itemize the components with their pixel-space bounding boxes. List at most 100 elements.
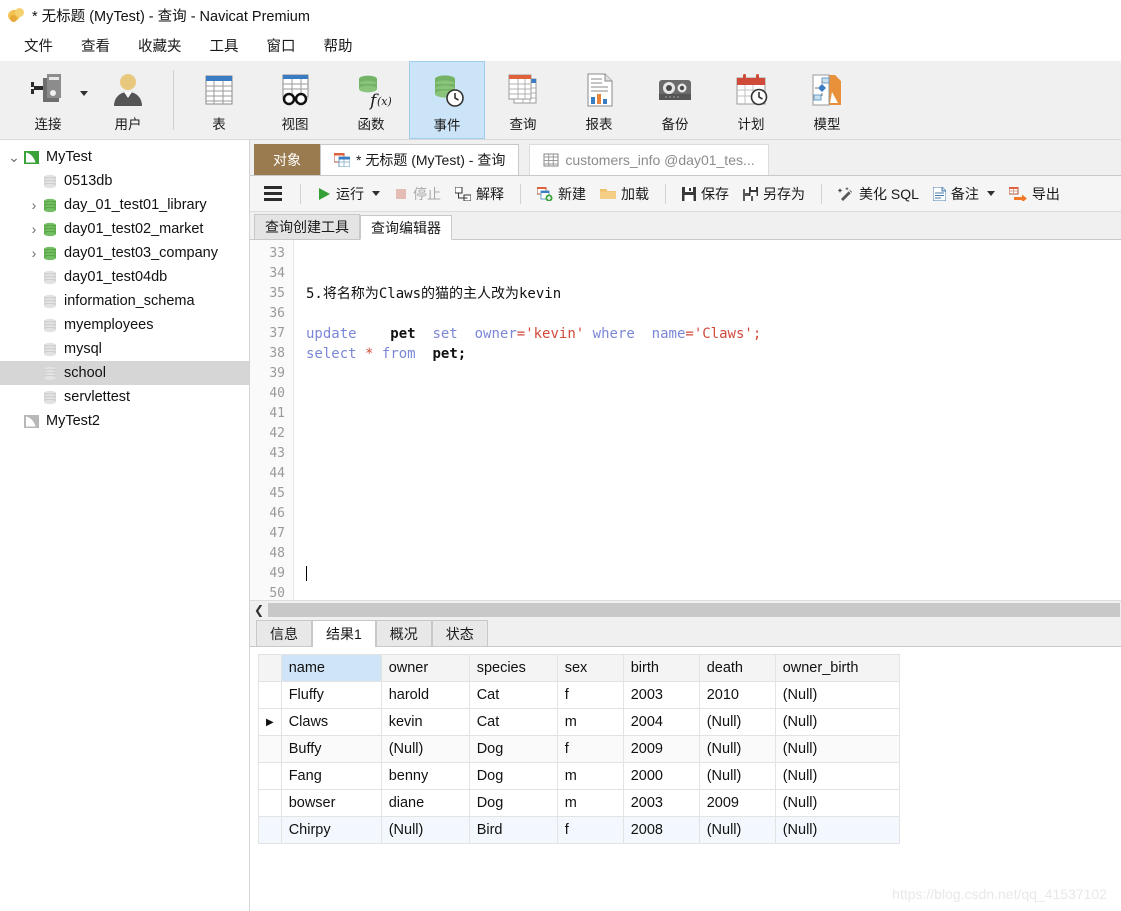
tree-item-information-schema[interactable]: information_schema — [0, 289, 249, 313]
code-line[interactable] — [306, 564, 1121, 584]
cell-species[interactable]: Cat — [468, 708, 558, 736]
cell-sex[interactable]: m — [556, 708, 624, 736]
chevron-right-icon[interactable]: › — [25, 245, 43, 261]
tab-query[interactable]: * 无标题 (MyTest) - 查询 — [320, 144, 520, 175]
cell-name[interactable]: Claws — [280, 708, 382, 736]
menu-window[interactable]: 窗口 — [253, 32, 310, 59]
cell-death[interactable]: (Null) — [698, 816, 776, 844]
cell-sex[interactable]: f — [556, 816, 624, 844]
code-line[interactable] — [306, 404, 1121, 424]
column-header-birth[interactable]: birth — [622, 654, 700, 682]
toolbar-button-backup[interactable]: 备份 — [637, 61, 713, 139]
tree-item-mysql[interactable]: mysql — [0, 337, 249, 361]
subtab-query-editor[interactable]: 查询编辑器 — [360, 215, 452, 240]
cell-species[interactable]: Cat — [468, 681, 558, 709]
cell-name[interactable]: Fang — [280, 762, 382, 790]
cell-species[interactable]: Dog — [468, 762, 558, 790]
tree-item-day01-test03-company[interactable]: › day01_test03_company — [0, 241, 249, 265]
cell-owner[interactable]: benny — [380, 762, 470, 790]
cell-owner[interactable]: kevin — [380, 708, 470, 736]
result-tab-3[interactable]: 状态 — [431, 620, 488, 646]
tree-item-mytest[interactable]: ⌄ MyTest — [0, 145, 249, 169]
code-line[interactable] — [306, 444, 1121, 464]
cell-birth[interactable]: 2000 — [622, 762, 700, 790]
tree-item-day-01-test01-library[interactable]: › day_01_test01_library — [0, 193, 249, 217]
menu-favorites[interactable]: 收藏夹 — [124, 32, 196, 59]
result-tab-2[interactable]: 概况 — [375, 620, 432, 646]
result-tab-1[interactable]: 结果1 — [312, 620, 376, 647]
code-line[interactable]: 5.将名称为Claws的猫的主人改为kevin — [306, 284, 1121, 304]
cell-death[interactable]: 2009 — [698, 789, 776, 817]
cell-name[interactable]: Chirpy — [280, 816, 382, 844]
toolbar-button-schedule[interactable]: 计划 — [713, 61, 789, 139]
cell-owner_birth[interactable]: (Null) — [774, 708, 900, 736]
toolbar-button-view[interactable]: 视图 — [257, 61, 333, 139]
subtab-query-builder[interactable]: 查询创建工具 — [254, 214, 360, 239]
menu-file[interactable]: 文件 — [10, 32, 67, 59]
cell-name[interactable]: Buffy — [280, 735, 382, 763]
cell-name[interactable]: Fluffy — [280, 681, 382, 709]
toolbar-button-connection[interactable]: 连接 — [6, 61, 90, 139]
chevron-right-icon[interactable]: › — [25, 197, 43, 213]
cell-owner[interactable]: diane — [380, 789, 470, 817]
cell-birth[interactable]: 2008 — [622, 816, 700, 844]
column-header-owner_birth[interactable]: owner_birth — [774, 654, 900, 682]
cell-death[interactable]: (Null) — [698, 708, 776, 736]
result-grid-area[interactable]: name owner species sex birth death owner_birth… — [250, 647, 1121, 911]
cell-owner_birth[interactable]: (Null) — [774, 735, 900, 763]
cell-sex[interactable]: f — [556, 735, 624, 763]
tab-objects[interactable]: 对象 — [254, 144, 320, 175]
cell-death[interactable]: (Null) — [698, 762, 776, 790]
cell-owner[interactable]: harold — [380, 681, 470, 709]
tree-item-day01-test04db[interactable]: day01_test04db — [0, 265, 249, 289]
code-line[interactable] — [306, 364, 1121, 384]
cell-death[interactable]: (Null) — [698, 735, 776, 763]
cell-birth[interactable]: 2009 — [622, 735, 700, 763]
toolbar-button-model[interactable]: 模型 — [789, 61, 865, 139]
cell-death[interactable]: 2010 — [698, 681, 776, 709]
sql-code-area[interactable]: 5.将名称为Claws的猫的主人改为kevin update pet set ow… — [294, 240, 1121, 600]
table-row[interactable]: Buffy (Null) Dog f 2009 (Null) (Null) — [258, 735, 900, 763]
cell-species[interactable]: Dog — [468, 789, 558, 817]
code-line[interactable] — [306, 584, 1121, 600]
cell-sex[interactable]: f — [556, 681, 624, 709]
query-button-run[interactable]: 运行 — [310, 180, 387, 208]
hamburger-menu-icon[interactable] — [264, 186, 282, 201]
column-header-death[interactable]: death — [698, 654, 776, 682]
menu-tools[interactable]: 工具 — [196, 32, 253, 59]
table-row[interactable]: Chirpy (Null) Bird f 2008 (Null) (Null) — [258, 816, 900, 844]
code-line[interactable] — [306, 264, 1121, 284]
table-row[interactable]: Fang benny Dog m 2000 (Null) (Null) — [258, 762, 900, 790]
table-row[interactable]: bowser diane Dog m 2003 2009 (Null) — [258, 789, 900, 817]
tree-item-day01-test02-market[interactable]: › day01_test02_market — [0, 217, 249, 241]
cell-birth[interactable]: 2003 — [622, 681, 700, 709]
code-line[interactable] — [306, 424, 1121, 444]
chevron-down-icon[interactable] — [80, 91, 88, 96]
connection-tree[interactable]: ⌄ MyTest 0513db › day_01_test01_library › day0… — [0, 140, 250, 911]
toolbar-button-user[interactable]: 用户 — [90, 61, 166, 139]
tree-item-myemployees[interactable]: myemployees — [0, 313, 249, 337]
code-line[interactable] — [306, 504, 1121, 524]
cell-sex[interactable]: m — [556, 789, 624, 817]
toolbar-button-function[interactable]: f (x) 函数 — [333, 61, 409, 139]
code-line[interactable]: update pet set owner='kevin' where name=… — [306, 324, 1121, 344]
cell-birth[interactable]: 2003 — [622, 789, 700, 817]
toolbar-button-event[interactable]: 事件 — [409, 61, 485, 139]
chevron-right-icon[interactable]: › — [25, 221, 43, 237]
query-button-new[interactable]: 新建 — [530, 180, 593, 208]
tab-table[interactable]: customers_info @day01_tes... — [529, 144, 769, 175]
cell-species[interactable]: Bird — [468, 816, 558, 844]
code-line[interactable] — [306, 384, 1121, 404]
query-button-load[interactable]: 加载 — [593, 180, 656, 208]
editor-horizontal-scrollbar[interactable]: ❮ — [250, 600, 1121, 618]
cell-owner_birth[interactable]: (Null) — [774, 816, 900, 844]
table-row[interactable]: ▶ Claws kevin Cat m 2004 (Null) (Null) — [258, 708, 900, 736]
code-line[interactable]: select * from pet; — [306, 344, 1121, 364]
cell-owner_birth[interactable]: (Null) — [774, 762, 900, 790]
column-header-name[interactable]: name — [280, 654, 382, 682]
scroll-left-icon[interactable]: ❮ — [250, 603, 268, 617]
chevron-down-icon[interactable] — [372, 191, 380, 196]
cell-species[interactable]: Dog — [468, 735, 558, 763]
menu-view[interactable]: 查看 — [67, 32, 124, 59]
result-grid[interactable]: name owner species sex birth death owner_birth… — [258, 654, 900, 844]
